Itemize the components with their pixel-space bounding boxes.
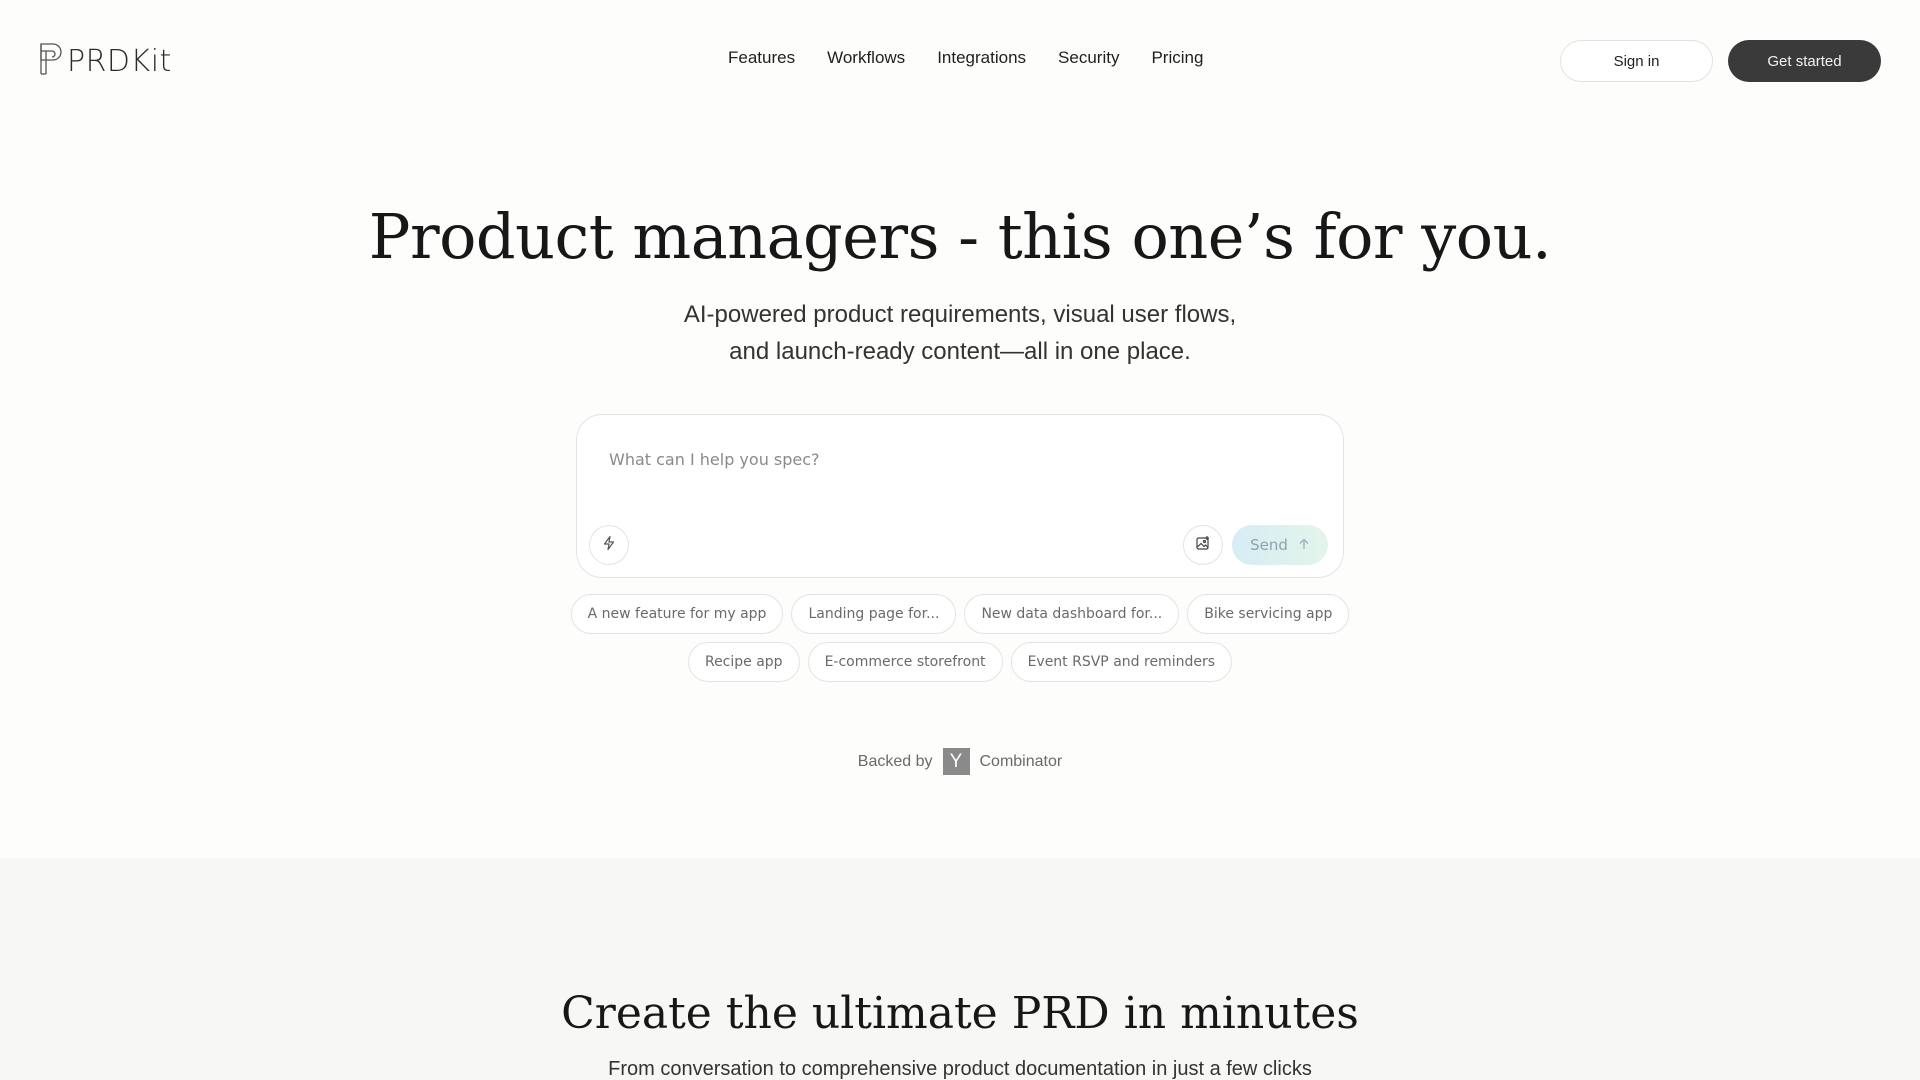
brand-logo[interactable]: PRDKit: [39, 42, 172, 81]
nav-item-features[interactable]: Features: [728, 48, 795, 68]
suggestion-chip[interactable]: A new feature for my app: [570, 594, 784, 634]
hero-title: Product managers - this one’s for you.: [368, 200, 1552, 273]
send-button[interactable]: Send: [1232, 525, 1328, 565]
suggestions-row-1: A new feature for my app Landing page fo…: [0, 594, 1920, 634]
backed-by-prefix: Backed by: [857, 752, 933, 770]
backed-by: Backed by Y Combinator: [0, 748, 1920, 775]
arrow-up-icon: [1298, 536, 1310, 554]
hero-subtitle-line-1: AI-powered product requirements, visual …: [683, 301, 1237, 328]
bolt-icon: [601, 535, 617, 556]
nav-item-workflows[interactable]: Workflows: [827, 48, 905, 68]
suggestion-chip[interactable]: Recipe app: [687, 642, 800, 682]
prd-section: Create the ultimate PRD in minutes From …: [0, 858, 1920, 1080]
attach-image-button[interactable]: [1183, 525, 1223, 565]
send-label: Send: [1250, 536, 1288, 554]
brand-name: PRDKit: [67, 43, 172, 79]
hero-subtitle: AI-powered product requirements, visual …: [0, 296, 1920, 370]
backed-by-suffix: Combinator: [979, 752, 1063, 770]
suggestion-chip[interactable]: Event RSVP and reminders: [1010, 642, 1233, 682]
site-header: PRDKit Features Workflows Integrations S…: [0, 0, 1920, 122]
nav-item-pricing[interactable]: Pricing: [1151, 48, 1203, 68]
suggestion-chip[interactable]: New data dashboard for...: [964, 594, 1180, 634]
section-subtitle: From conversation to comprehensive produ…: [608, 1058, 1312, 1080]
get-started-button[interactable]: Get started: [1728, 40, 1881, 82]
y-combinator-logo: Y: [942, 748, 970, 775]
prdkit-logo-icon: [39, 42, 63, 81]
prompt-box: Send: [576, 414, 1344, 578]
suggestions-row-2: Recipe app E-commerce storefront Event R…: [0, 642, 1920, 682]
section-title: Create the ultimate PRD in minutes: [561, 988, 1359, 1039]
prompt-input[interactable]: [609, 439, 1309, 479]
suggestion-chip[interactable]: Landing page for...: [791, 594, 957, 634]
nav-item-integrations[interactable]: Integrations: [937, 48, 1026, 68]
sign-in-button[interactable]: Sign in: [1560, 40, 1713, 82]
suggestion-chip[interactable]: Bike servicing app: [1187, 594, 1350, 634]
main-nav: Features Workflows Integrations Security…: [728, 48, 1203, 68]
image-upload-icon: [1195, 535, 1211, 556]
suggestion-chip[interactable]: E-commerce storefront: [807, 642, 1003, 682]
hero-subtitle-line-2: and launch-ready content—all in one plac…: [729, 338, 1191, 365]
nav-item-security[interactable]: Security: [1058, 48, 1119, 68]
bolt-button[interactable]: [589, 525, 629, 565]
